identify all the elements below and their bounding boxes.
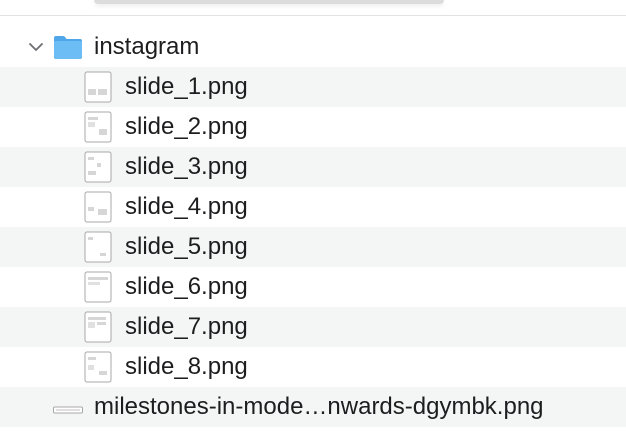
chevron-down-icon[interactable]	[27, 38, 45, 56]
folder-name: instagram	[94, 33, 200, 60]
finder-list-view: instagram slide_1.png slide_2.png slide_…	[0, 0, 626, 442]
file-name: slide_4.png	[125, 193, 248, 220]
toolbar-edge	[94, 0, 444, 4]
image-file-icon	[84, 71, 112, 103]
file-name: slide_1.png	[125, 73, 248, 100]
image-file-icon	[84, 231, 112, 263]
file-row[interactable]: slide_6.png	[0, 267, 626, 307]
image-file-icon	[84, 111, 112, 143]
file-name: slide_8.png	[125, 353, 248, 380]
folder-row-instagram[interactable]: instagram	[0, 27, 626, 67]
image-file-icon	[84, 271, 112, 303]
image-file-icon	[84, 311, 112, 343]
image-file-icon	[84, 151, 112, 183]
image-file-icon	[84, 351, 112, 383]
file-row[interactable]: slide_8.png	[0, 347, 626, 387]
root-file-name: milestones-in-mode…nwards-dgymbk.png	[94, 393, 544, 420]
file-row[interactable]: slide_7.png	[0, 307, 626, 347]
header-divider	[0, 15, 626, 16]
folder-icon	[53, 34, 83, 60]
file-name: slide_6.png	[125, 273, 248, 300]
file-row[interactable]: slide_3.png	[0, 147, 626, 187]
file-name: slide_3.png	[125, 153, 248, 180]
image-file-icon	[84, 191, 112, 223]
file-row[interactable]: slide_2.png	[0, 107, 626, 147]
file-name: slide_5.png	[125, 233, 248, 260]
file-name: slide_2.png	[125, 113, 248, 140]
file-row[interactable]: slide_5.png	[0, 227, 626, 267]
file-row[interactable]: slide_4.png	[0, 187, 626, 227]
wide-image-file-icon	[53, 402, 83, 414]
root-file-row[interactable]: milestones-in-mode…nwards-dgymbk.png	[0, 387, 626, 427]
file-name: slide_7.png	[125, 313, 248, 340]
file-row[interactable]: slide_1.png	[0, 67, 626, 107]
